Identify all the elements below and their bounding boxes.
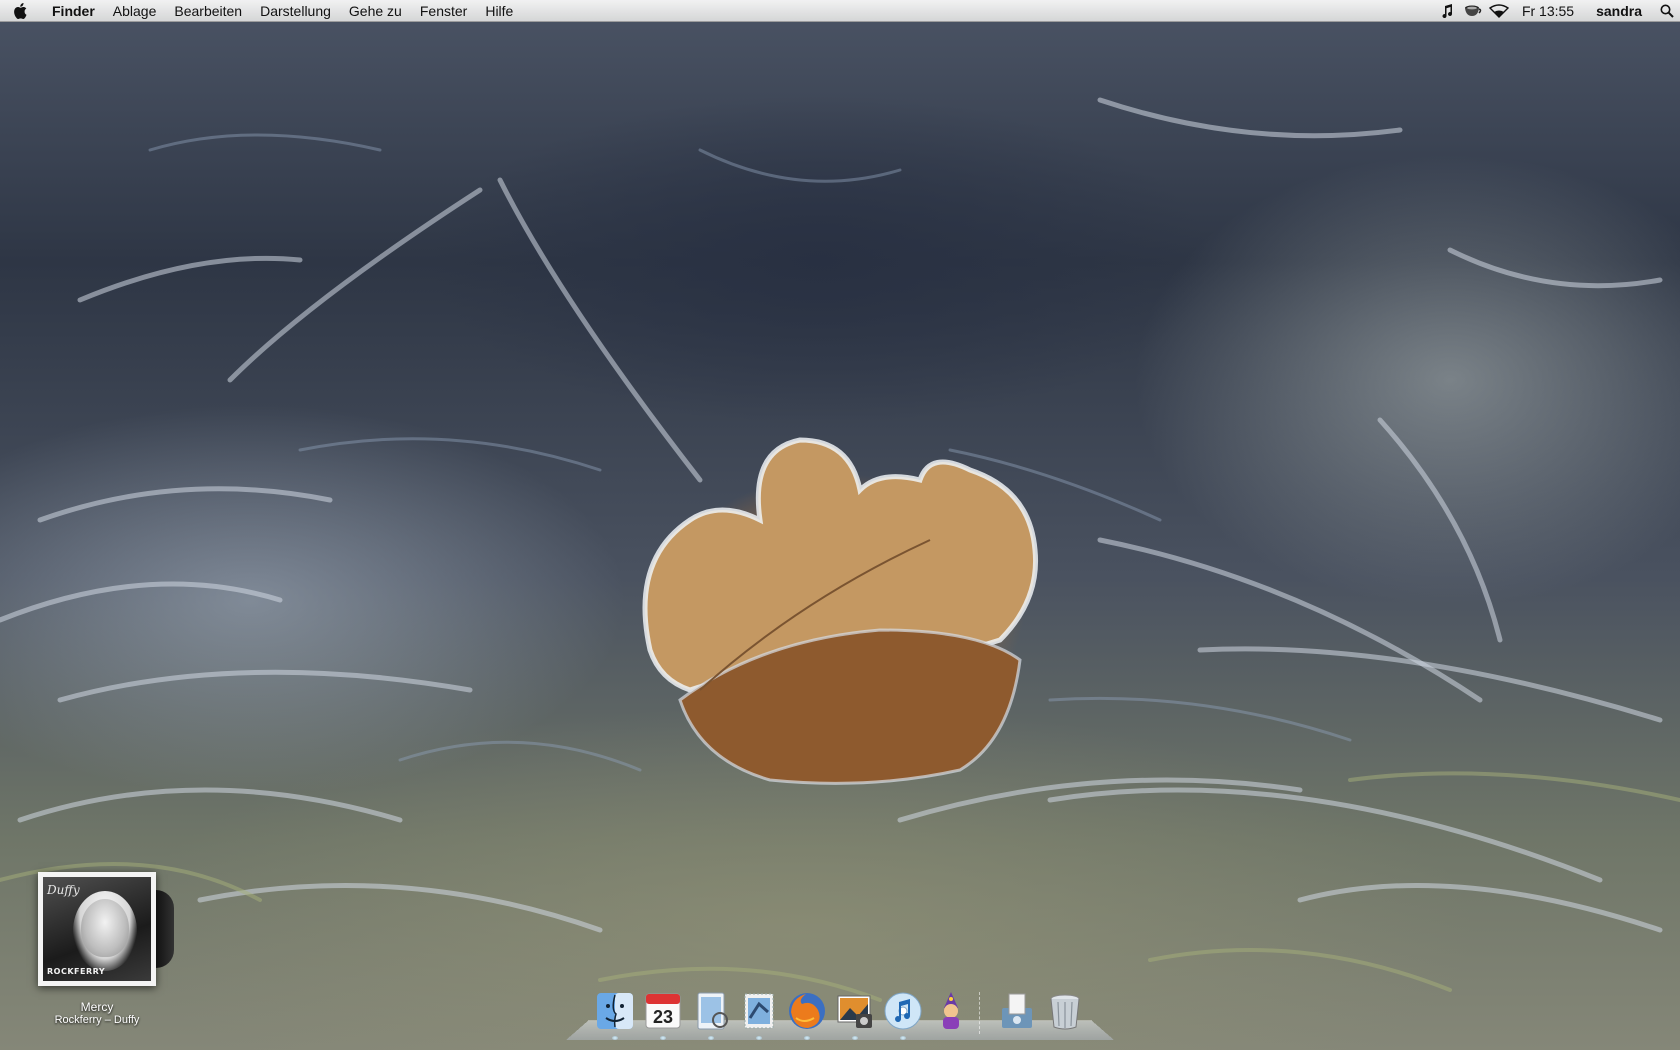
wizard-character-icon: [943, 992, 959, 1029]
wallpaper-frosted-leaf: [0, 97, 1680, 1002]
running-indicator: [804, 1036, 810, 1040]
dock-item-trash[interactable]: [1042, 990, 1088, 1040]
album-cover[interactable]: Duffy ROCKFERRY: [38, 872, 174, 986]
running-indicator: [660, 1036, 666, 1040]
track-title: Mercy: [80, 1000, 114, 1014]
dock-item-firefox[interactable]: [784, 990, 830, 1040]
coffee-cup-icon[interactable]: [1460, 0, 1486, 22]
dock-item-mail[interactable]: [736, 990, 782, 1040]
running-indicator: [612, 1036, 618, 1040]
dock-item-downloads-stack[interactable]: [994, 990, 1040, 1040]
spotlight-search-icon[interactable]: [1654, 0, 1680, 22]
dock-item-character[interactable]: [928, 990, 974, 1040]
menu-hilfe[interactable]: Hilfe: [476, 0, 522, 22]
menu-fenster[interactable]: Fenster: [411, 0, 476, 22]
running-indicator: [708, 1036, 714, 1040]
vinyl-edge: [156, 890, 174, 968]
album-cover-image: Duffy ROCKFERRY: [43, 877, 151, 981]
album-cover-artist: Duffy: [47, 883, 80, 897]
calendar-date: 23: [653, 1007, 673, 1027]
running-indicator: [900, 1036, 906, 1040]
trash-icon: [1050, 994, 1080, 1030]
running-indicator: [756, 1036, 762, 1040]
apple-icon[interactable]: [0, 0, 40, 22]
iphoto-icon: [837, 995, 872, 1028]
dock-item-finder[interactable]: [592, 990, 638, 1040]
now-playing-widget[interactable]: Duffy ROCKFERRY Mercy Rockferry – Duffy: [38, 872, 174, 1026]
calendar-icon: 23: [645, 993, 681, 1029]
menu-darstellung[interactable]: Darstellung: [251, 0, 340, 22]
preview-icon: [697, 992, 728, 1030]
itunes-icon: [884, 992, 922, 1030]
wifi-icon[interactable]: [1486, 0, 1512, 22]
menu-bar: Finder Ablage Bearbeiten Darstellung Geh…: [0, 0, 1680, 22]
menu-ablage[interactable]: Ablage: [104, 0, 166, 22]
menu-finder[interactable]: Finder: [40, 0, 104, 22]
running-indicator: [852, 1036, 858, 1040]
menu-bearbeiten[interactable]: Bearbeiten: [165, 0, 251, 22]
track-album-artist: Rockferry – Duffy: [54, 1014, 140, 1026]
finder-icon: [597, 993, 633, 1029]
dock-separator: [979, 991, 989, 1034]
menu-gehe-zu[interactable]: Gehe zu: [340, 0, 411, 22]
menubar-clock[interactable]: Fr 13:55: [1512, 0, 1584, 22]
music-note-icon[interactable]: [1434, 0, 1460, 22]
fast-user-switch[interactable]: sandra: [1584, 0, 1654, 22]
dock-item-ical[interactable]: 23: [640, 990, 686, 1040]
dock-item-iphoto[interactable]: [832, 990, 878, 1040]
downloads-stack-icon: [1002, 993, 1032, 1028]
dock-item-preview[interactable]: [688, 990, 734, 1040]
mail-stamp-icon: [744, 993, 774, 1029]
menu-extras: Fr 13:55 sandra: [1434, 0, 1680, 22]
dock: 23: [566, 985, 1114, 1040]
dock-item-itunes[interactable]: [880, 990, 926, 1040]
album-cover-title: ROCKFERRY: [47, 967, 106, 976]
desktop-wallpaper: [0, 0, 1680, 1050]
album-cover-face: [81, 899, 129, 957]
firefox-icon: [789, 993, 825, 1029]
